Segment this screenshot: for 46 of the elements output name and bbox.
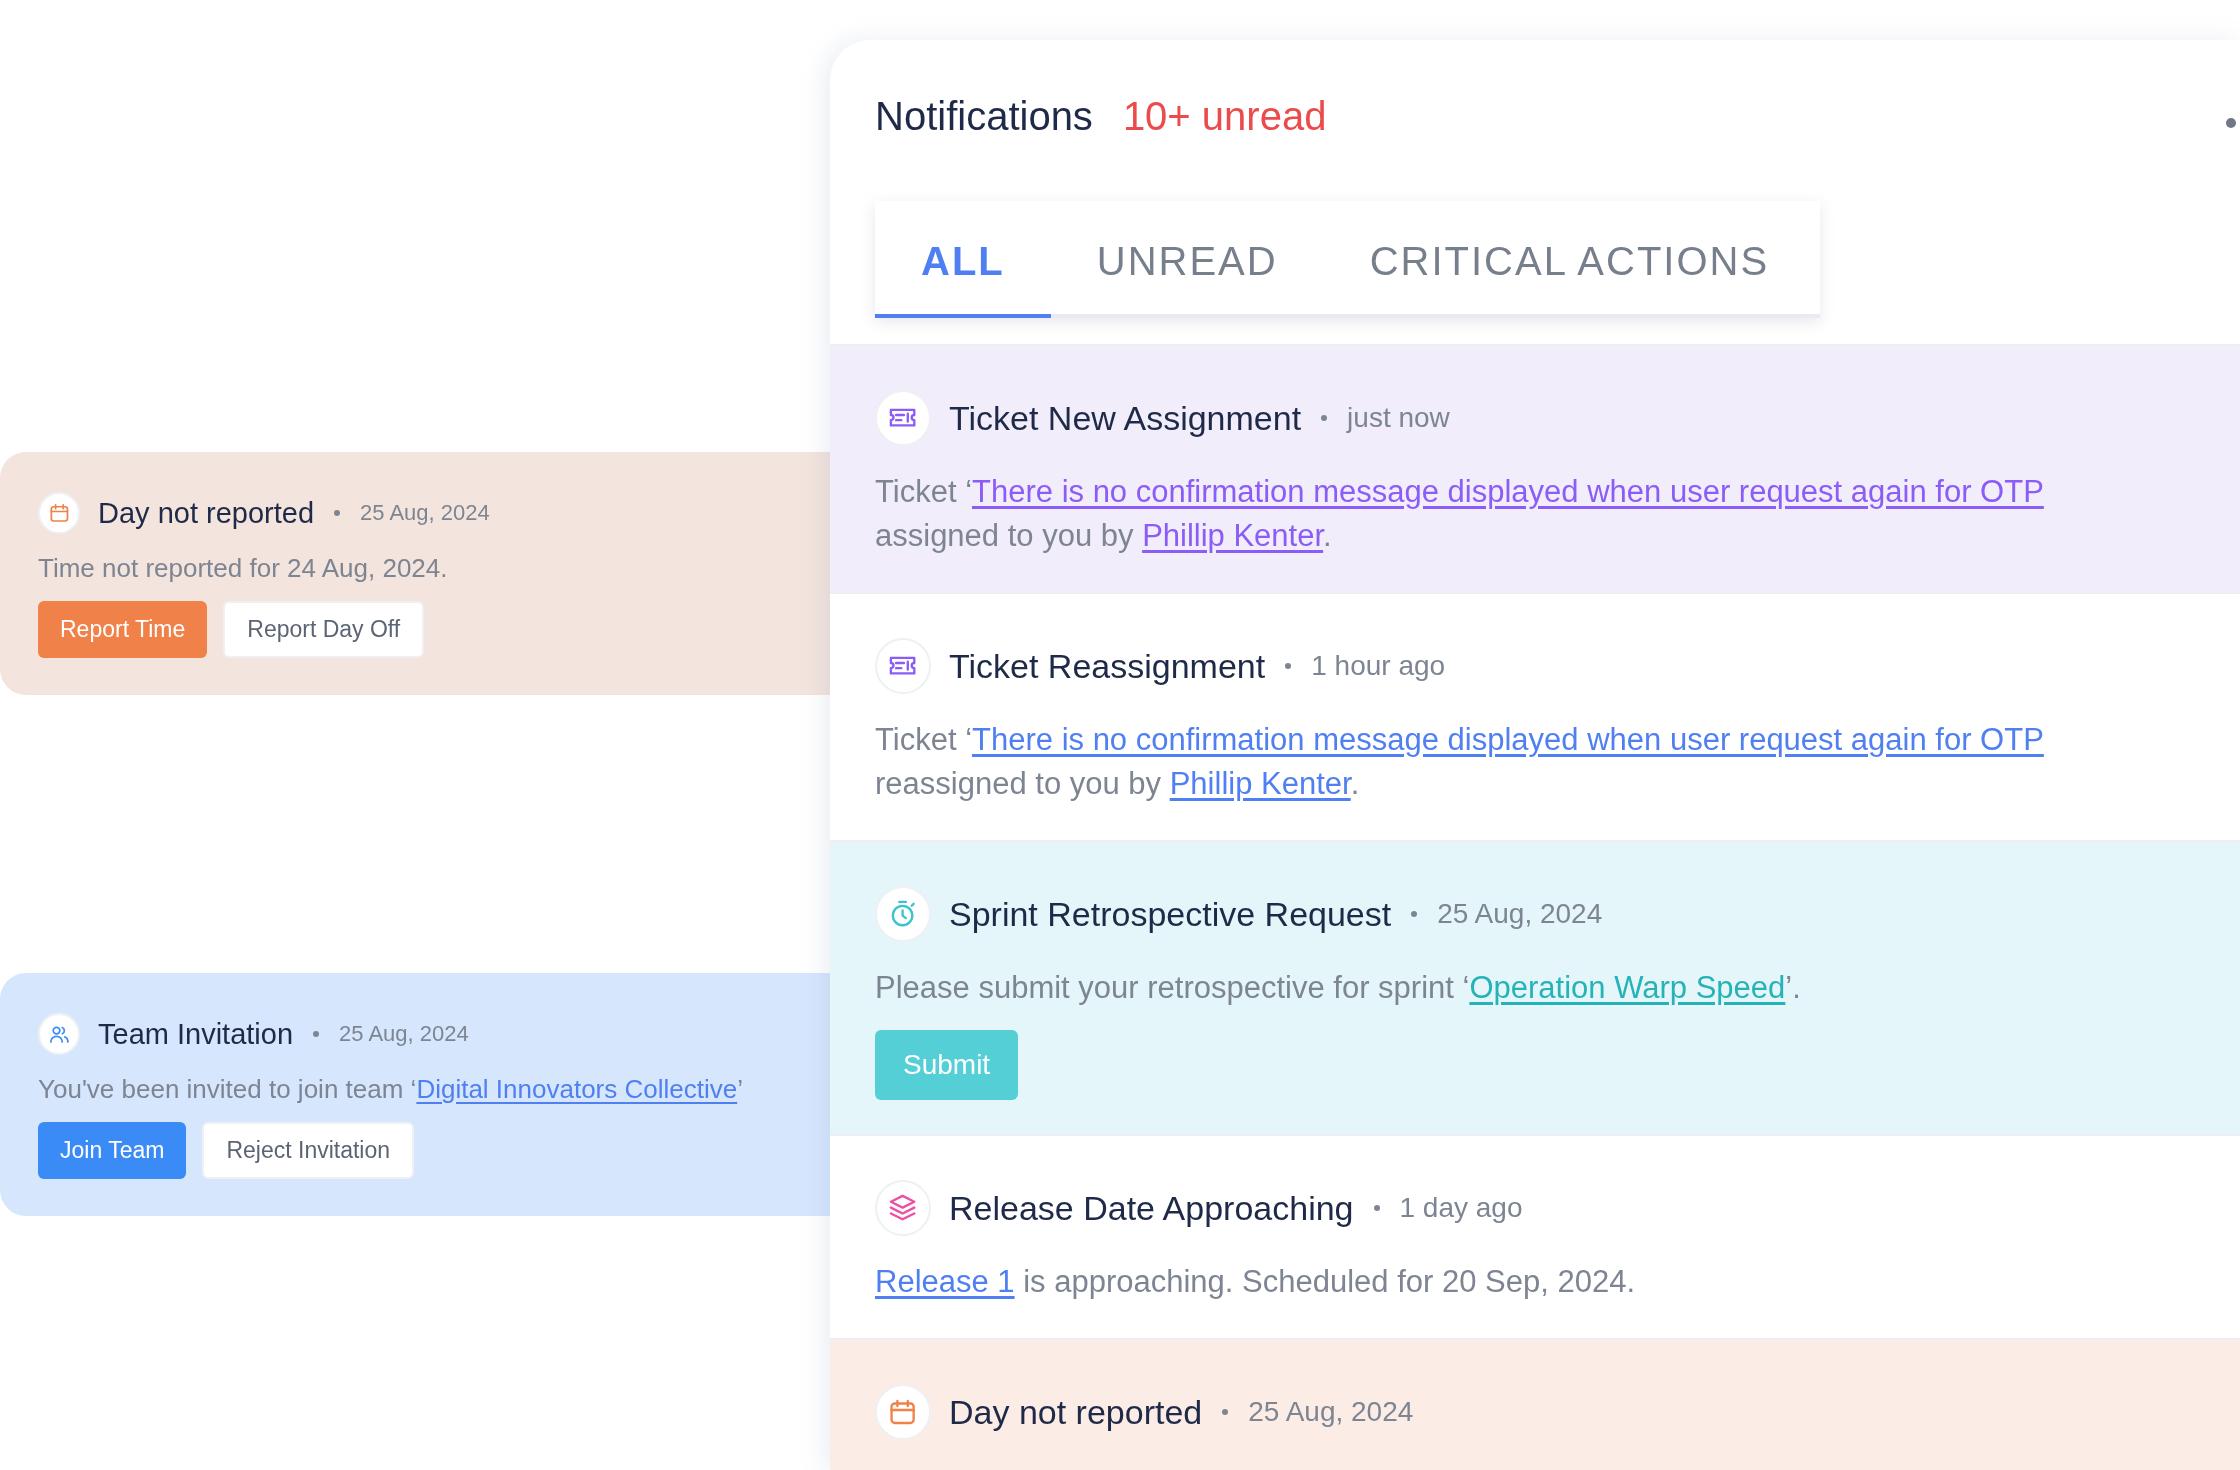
notification-time: 25 Aug, 2024 [339, 1021, 469, 1047]
notification-time: just now [1347, 402, 1450, 434]
notification-time: 25 Aug, 2024 [1248, 1396, 1414, 1429]
notification-link[interactable]: Digital Innovators Collective [416, 1074, 738, 1104]
notification-title: Release Date Approaching [949, 1188, 1354, 1228]
action-button[interactable]: Report Day Off [223, 600, 425, 658]
tab[interactable]: UNREAD [1050, 201, 1324, 318]
separator-dot [334, 510, 340, 516]
notification-time: 25 Aug, 2024 [1437, 898, 1603, 931]
unread-count: 10+ unread [1122, 94, 1327, 139]
action-button[interactable]: Join Team [38, 1121, 187, 1179]
notification-message: Release 1 is approaching. Scheduled for 20 Sep, 2024. [875, 1263, 1637, 1302]
notification-message: Ticket ‘There is no confirmation message displayed when user request again for OTP assigned to you by Phillip Kenter. [875, 473, 2045, 555]
separator-dot [1411, 911, 1418, 918]
notification-link[interactable]: Release 1 [875, 1264, 1015, 1300]
separator-dot [1285, 663, 1292, 670]
notification-title: Day not reported [98, 496, 314, 530]
notification-time: 25 Aug, 2024 [360, 500, 490, 526]
notification-message: Please submit your retrospective for sprint ‘Operation Warp Speed’. [875, 969, 1802, 1008]
separator-dot [313, 1031, 320, 1037]
notification-time: 1 hour ago [1311, 650, 1446, 683]
notification-link[interactable]: There is no confirmation message displayed when user request again for OTP [972, 474, 2044, 509]
tab[interactable]: CRITICAL ACTIONS [1323, 201, 1816, 318]
notification-title: Sprint Retrospective Request [949, 894, 1392, 934]
action-button[interactable]: Reject Invitation [202, 1121, 415, 1179]
action-button[interactable]: Report Time [38, 600, 208, 658]
separator-dot [1321, 415, 1328, 421]
notification-time: 1 day ago [1399, 1192, 1523, 1225]
calendar-icon [38, 492, 80, 534]
tab[interactable]: ALL [875, 201, 1051, 318]
notification-title: Day not reported [949, 1392, 1203, 1432]
more-icon[interactable] [2226, 118, 2236, 128]
notification-message: Ticket ‘There is no confirmation message displayed when user request again for OTP reassigned to you by Phillip Kenter. [875, 721, 2045, 804]
notification-link[interactable]: There is no confirmation message displayed when user request again for OTP [972, 722, 2044, 758]
notification-message: You've been invited to join team ‘Digital Innovators Collective’ [38, 1073, 744, 1106]
notification-link[interactable]: Phillip Kenter [1169, 766, 1351, 802]
people-icon [38, 1013, 80, 1055]
notification-link[interactable]: Operation Warp Speed [1469, 970, 1786, 1006]
separator-dot [1222, 1409, 1229, 1416]
notification-title: Team Invitation [98, 1017, 294, 1051]
panel-title: Notifications [875, 94, 1093, 139]
notification-link[interactable]: Phillip Kenter [1142, 518, 1324, 553]
notification-title: Ticket Reassignment [949, 646, 1266, 686]
notification-title: Ticket New Assignment [949, 398, 1302, 438]
notification-message: Time not reported for 24 Aug, 2024. [38, 552, 449, 585]
separator-dot [1373, 1205, 1380, 1212]
